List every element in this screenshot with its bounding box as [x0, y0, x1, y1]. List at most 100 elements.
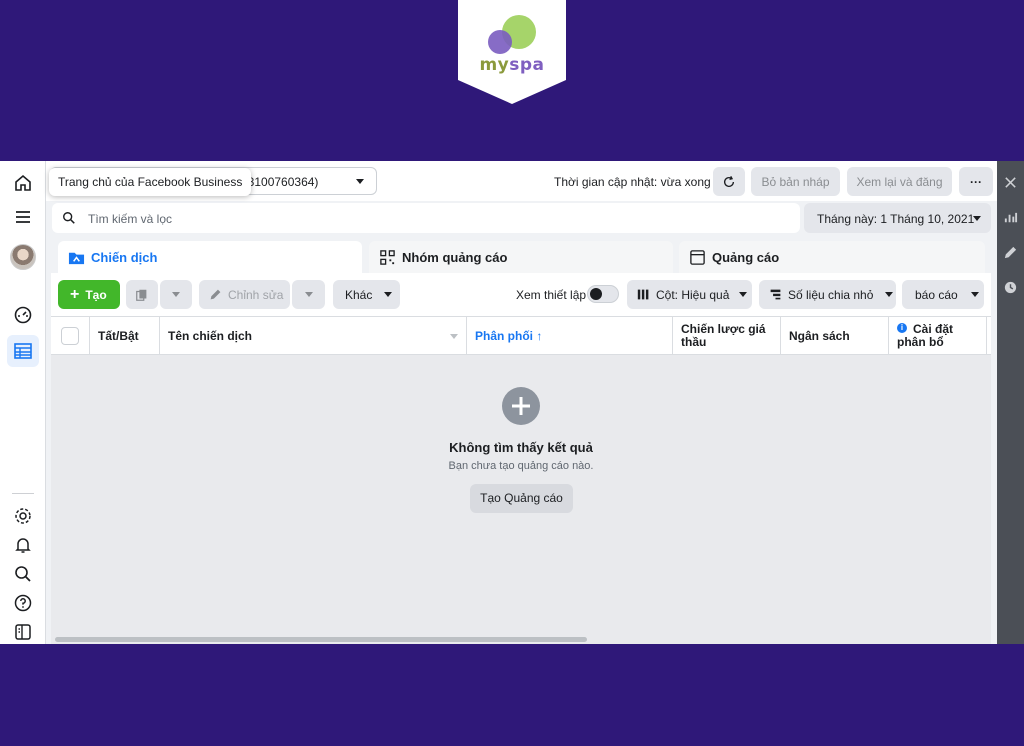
bell-icon — [15, 538, 31, 553]
view-setup-toggle[interactable] — [587, 285, 619, 303]
chevron-down-icon — [973, 216, 981, 221]
duplicate-icon — [136, 289, 147, 301]
left-navigation — [0, 161, 46, 644]
toggle-knob — [590, 288, 602, 300]
col-attribution[interactable]: i Cài đặt phân bổ — [889, 317, 987, 355]
refresh-button[interactable] — [713, 167, 745, 196]
columns-icon — [637, 289, 649, 300]
myspa-logo: myspa — [458, 0, 566, 104]
more-button[interactable]: Khác — [333, 280, 400, 309]
chevron-down-icon — [172, 292, 180, 297]
ad-icon — [690, 250, 705, 265]
reports-label: báo cáo — [915, 287, 958, 302]
menu-button[interactable] — [7, 201, 39, 233]
chevron-down-icon — [885, 292, 894, 297]
chevron-down-icon — [384, 292, 393, 297]
col-bid-strategy[interactable]: Chiến lược giá thầu — [673, 317, 781, 355]
history-icon[interactable] — [1003, 280, 1018, 295]
col-budget[interactable]: Ngân sách — [781, 317, 889, 355]
account-overview-button[interactable] — [7, 299, 39, 331]
columns-label: Cột: Hiệu quả — [656, 287, 730, 302]
chevron-down-icon — [970, 292, 979, 297]
search-placeholder: Tìm kiếm và lọc — [88, 212, 173, 226]
logo-text-spa: spa — [509, 55, 545, 75]
chevron-down-icon — [356, 179, 364, 184]
top-bar: 18100760364) Trang chủ của Facebook Busi… — [46, 161, 997, 201]
date-range-picker[interactable]: Tháng này: 1 Tháng 10, 2021 — [804, 203, 991, 233]
tab-label: Quảng cáo — [712, 250, 780, 265]
gear-icon — [15, 508, 31, 524]
chevron-down-icon — [304, 292, 313, 297]
folder-icon — [68, 252, 85, 265]
search-icon — [63, 212, 75, 224]
chevron-down-icon — [739, 292, 748, 297]
plus-icon: + — [70, 285, 80, 303]
edit-label: Chỉnh sửa — [228, 287, 284, 302]
empty-state-subtitle: Bạn chưa tạo quảng cáo nào. — [448, 460, 594, 472]
setup-toggle-label: Xem thiết lập — [516, 288, 587, 302]
account-id: 18100760364) — [241, 175, 319, 189]
create-label: Tạo — [85, 287, 107, 302]
home-tooltip: Trang chủ của Facebook Business — [49, 168, 252, 196]
table-icon — [14, 343, 32, 359]
columns-button[interactable]: Cột: Hiệu quả — [627, 280, 752, 309]
create-ad-button[interactable]: Tạo Quảng cáo — [470, 484, 573, 513]
review-publish-button[interactable]: Xem lại và đăng — [847, 167, 952, 196]
tab-ads[interactable]: Quảng cáo — [679, 241, 985, 273]
table-body: Không tìm thấy kết quả Bạn chưa tạo quản… — [51, 355, 991, 644]
more-options-button[interactable]: ··· — [959, 167, 993, 196]
table-header: Tất/Bật Tên chiến dịch Phân phối ↑ Chiến… — [51, 316, 991, 355]
duplicate-button[interactable] — [126, 280, 158, 309]
help-icon — [14, 594, 32, 612]
home-icon — [15, 174, 31, 191]
tab-ad-sets[interactable]: Nhóm quảng cáo — [369, 241, 673, 273]
home-button[interactable] — [7, 167, 39, 199]
refresh-icon — [723, 175, 735, 187]
col-delivery[interactable]: Phân phối ↑ — [467, 317, 673, 355]
chart-icon[interactable] — [1003, 210, 1018, 225]
tab-label: Nhóm quảng cáo — [402, 250, 508, 265]
update-status: Thời gian cập nhật: vừa xong — [554, 175, 711, 189]
logo-text-my: my — [479, 55, 510, 75]
grid-icon — [380, 250, 395, 265]
duplicate-dropdown[interactable] — [160, 280, 192, 309]
select-all-cell — [51, 317, 90, 355]
hamburger-icon — [16, 211, 30, 223]
search-button[interactable] — [7, 558, 39, 590]
sort-caret-icon — [450, 334, 458, 339]
nav-divider — [12, 493, 34, 494]
reports-button[interactable]: báo cáo — [902, 280, 984, 309]
tab-label: Chiến dịch — [91, 250, 158, 265]
pencil-icon[interactable] — [1003, 245, 1018, 260]
breakdown-button[interactable]: Số liệu chia nhỏ — [759, 280, 896, 309]
notifications-button[interactable] — [7, 529, 39, 561]
ads-manager-window: 18100760364) Trang chủ của Facebook Busi… — [0, 161, 1024, 644]
select-all-checkbox[interactable] — [61, 327, 79, 345]
edit-dropdown[interactable] — [292, 280, 325, 309]
breakdown-icon — [770, 289, 781, 300]
horizontal-scrollbar[interactable] — [55, 637, 587, 642]
create-button[interactable]: + Tạo — [58, 280, 120, 309]
tab-campaigns[interactable]: Chiến dịch — [58, 241, 362, 273]
col-campaign-name[interactable]: Tên chiến dịch — [160, 317, 467, 355]
panel-icon — [15, 624, 31, 640]
discard-drafts-button[interactable]: Bỏ bản nháp — [751, 167, 840, 196]
ads-manager-button[interactable] — [7, 335, 39, 367]
toggle-panel-button[interactable] — [7, 616, 39, 644]
add-circle-icon — [502, 387, 540, 425]
gauge-icon — [14, 306, 32, 324]
main-content: 18100760364) Trang chủ của Facebook Busi… — [46, 161, 997, 644]
breakdown-label: Số liệu chia nhỏ — [788, 287, 874, 302]
side-panel-strip — [997, 161, 1024, 644]
campaigns-panel: + Tạo Chỉnh sửa Khác Xem thiết lập Cột: … — [51, 273, 991, 644]
close-icon[interactable] — [1003, 175, 1018, 190]
col-on-off[interactable]: Tất/Bật — [90, 317, 160, 355]
settings-button[interactable] — [7, 500, 39, 532]
pencil-icon — [210, 289, 221, 300]
more-label: Khác — [345, 287, 373, 302]
date-range-label: Tháng này: 1 Tháng 10, 2021 — [817, 212, 975, 226]
help-button[interactable] — [7, 587, 39, 619]
search-input[interactable]: Tìm kiếm và lọc — [52, 203, 800, 233]
avatar[interactable] — [10, 244, 36, 270]
edit-button[interactable]: Chỉnh sửa — [199, 280, 290, 309]
